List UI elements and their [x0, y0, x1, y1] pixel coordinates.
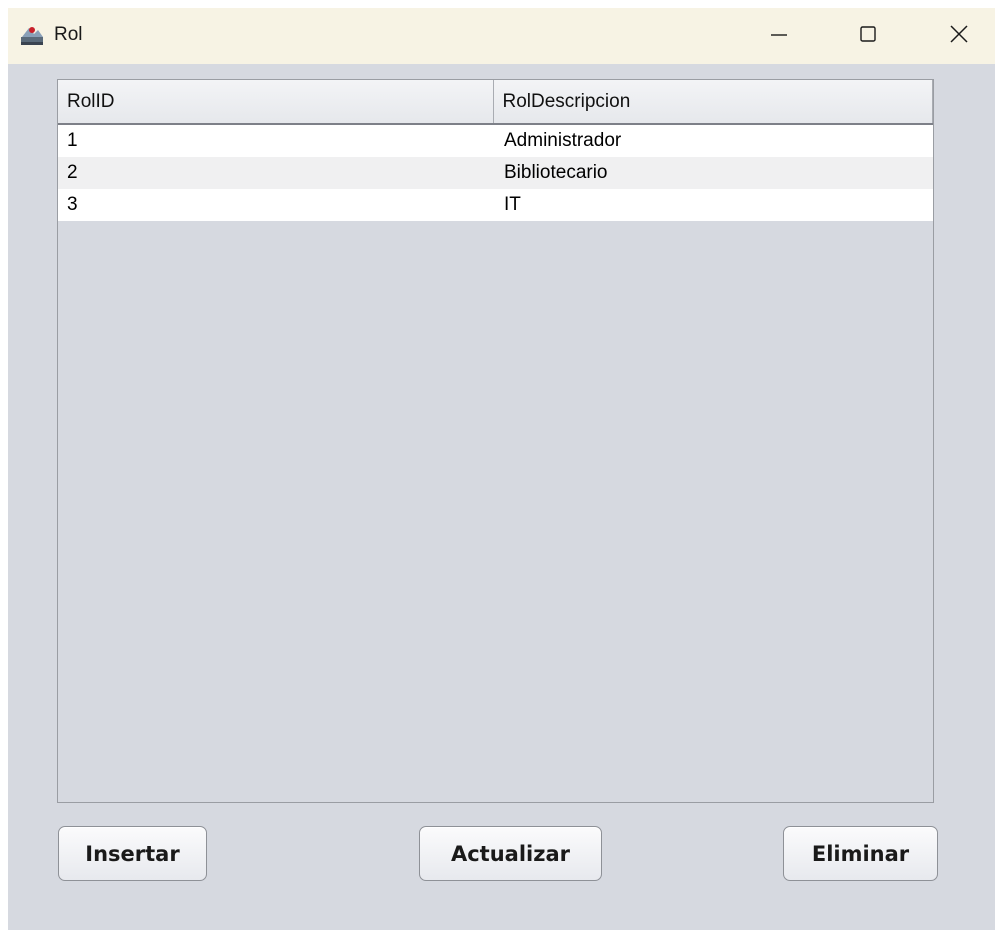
table-row[interactable]: 2 Bibliotecario [58, 157, 933, 189]
cell-roldescripcion[interactable]: IT [495, 189, 933, 221]
java-app-icon [20, 23, 44, 47]
update-button[interactable]: Actualizar [419, 826, 602, 881]
roles-table[interactable]: RolID RolDescripcion 1 Administrador 2 B… [57, 79, 934, 803]
column-header-roldescripcion[interactable]: RolDescripcion [494, 80, 933, 123]
cell-roldescripcion[interactable]: Bibliotecario [495, 157, 933, 189]
app-window: Rol RolID RolDescripcion 1 Administrador [8, 8, 995, 930]
table-row[interactable]: 1 Administrador [58, 125, 933, 157]
close-icon [948, 23, 970, 50]
cell-rolid[interactable]: 3 [58, 189, 495, 221]
minimize-button[interactable] [749, 8, 809, 64]
close-button[interactable] [929, 8, 989, 64]
maximize-icon [858, 24, 878, 49]
insert-button[interactable]: Insertar [58, 826, 207, 881]
table-header: RolID RolDescripcion [58, 80, 933, 125]
window-title: Rol [54, 24, 83, 45]
maximize-button[interactable] [838, 8, 898, 64]
table-body: 1 Administrador 2 Bibliotecario 3 IT [58, 125, 933, 221]
cell-rolid[interactable]: 2 [58, 157, 495, 189]
delete-button[interactable]: Eliminar [783, 826, 938, 881]
cell-roldescripcion[interactable]: Administrador [495, 125, 933, 157]
cell-rolid[interactable]: 1 [58, 125, 495, 157]
column-header-rolid[interactable]: RolID [58, 80, 494, 123]
minimize-icon [769, 24, 789, 49]
table-row[interactable]: 3 IT [58, 189, 933, 221]
title-bar[interactable]: Rol [8, 8, 995, 64]
